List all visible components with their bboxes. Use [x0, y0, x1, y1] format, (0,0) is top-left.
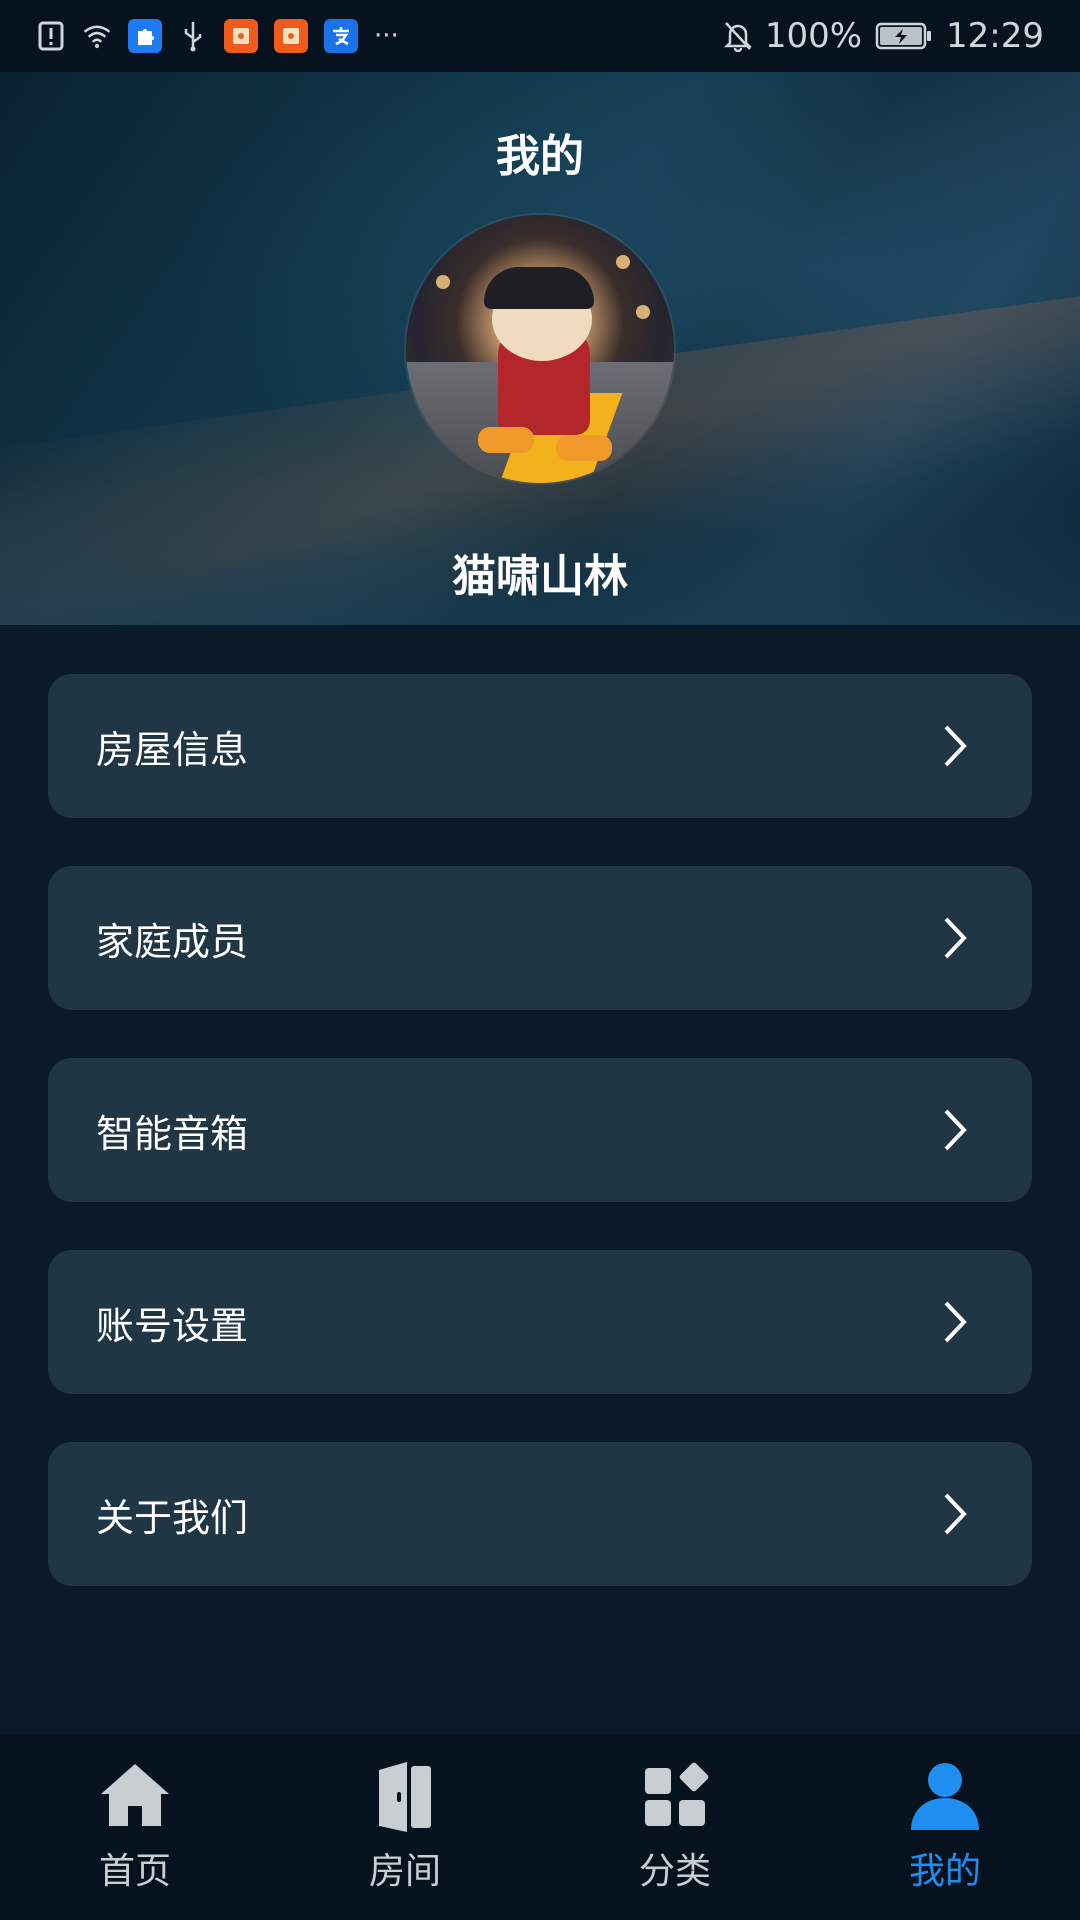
menu-item-label: 房屋信息 — [96, 727, 249, 772]
tab-label: 我的 — [908, 1851, 981, 1892]
tab-home[interactable]: 首页 — [35, 1734, 235, 1894]
chevron-right-icon — [944, 1301, 967, 1343]
puzzle-app-icon — [128, 19, 162, 53]
menu-item-label: 账号设置 — [96, 1303, 249, 1348]
menu-item-label: 关于我们 — [96, 1495, 249, 1540]
tab-category[interactable]: 分类 — [575, 1734, 775, 1894]
wifi-icon — [82, 21, 112, 51]
clock: 12:29 — [946, 16, 1044, 56]
category-icon — [645, 1762, 709, 1826]
menu-item-house-info[interactable]: 房屋信息 — [48, 674, 1032, 818]
menu-item-smart-speaker[interactable]: 智能音箱 — [48, 1058, 1032, 1202]
avatar-light — [636, 305, 650, 319]
menu-item-label: 智能音箱 — [96, 1111, 249, 1156]
menu-item-label: 家庭成员 — [96, 919, 249, 964]
avatar-cat-shoe — [556, 435, 612, 461]
bottom-tab-bar: 首页 房间 分类 我的 — [0, 1734, 1080, 1920]
chevron-right-icon — [944, 917, 967, 959]
battery-charging-icon — [874, 21, 934, 51]
battery-percent: 100% — [764, 16, 863, 56]
menu-item-account-settings[interactable]: 账号设置 — [48, 1250, 1032, 1394]
tab-label: 房间 — [368, 1851, 441, 1892]
usb-icon — [178, 21, 208, 52]
alipay-icon — [324, 19, 358, 53]
chevron-right-icon — [944, 1109, 967, 1151]
home-icon — [101, 1764, 169, 1826]
chevron-right-icon — [944, 1493, 967, 1535]
tab-label: 分类 — [638, 1851, 711, 1892]
more-notifications-icon: ··· — [374, 21, 399, 51]
door-icon — [379, 1762, 431, 1832]
tab-rooms[interactable]: 房间 — [305, 1734, 505, 1894]
menu-item-family-members[interactable]: 家庭成员 — [48, 866, 1032, 1010]
avatar-cat-cap — [484, 267, 594, 309]
tab-mine[interactable]: 我的 — [845, 1734, 1045, 1894]
bell-off-icon — [723, 21, 753, 52]
red-packet-app-icon-2 — [274, 19, 308, 53]
tab-label: 首页 — [98, 1851, 171, 1892]
avatar[interactable] — [406, 215, 674, 483]
person-icon — [911, 1763, 979, 1830]
menu-item-about-us[interactable]: 关于我们 — [48, 1442, 1032, 1586]
page-title: 我的 — [496, 131, 584, 182]
avatar-light — [436, 275, 450, 289]
avatar-light — [616, 255, 630, 269]
red-packet-app-icon — [224, 19, 258, 53]
avatar-cat-shoe — [478, 427, 534, 453]
chevron-right-icon — [944, 725, 967, 767]
status-right: 100% 12:29 — [723, 16, 1044, 56]
status-left-icons: ··· — [36, 19, 399, 53]
settings-menu: 房屋信息 家庭成员 智能音箱 账号设置 关于我们 — [48, 674, 1032, 1634]
sim-alert-icon — [36, 21, 66, 51]
username: 猫啸山林 — [452, 551, 628, 602]
status-bar: ··· 100% 12:29 — [0, 0, 1080, 72]
